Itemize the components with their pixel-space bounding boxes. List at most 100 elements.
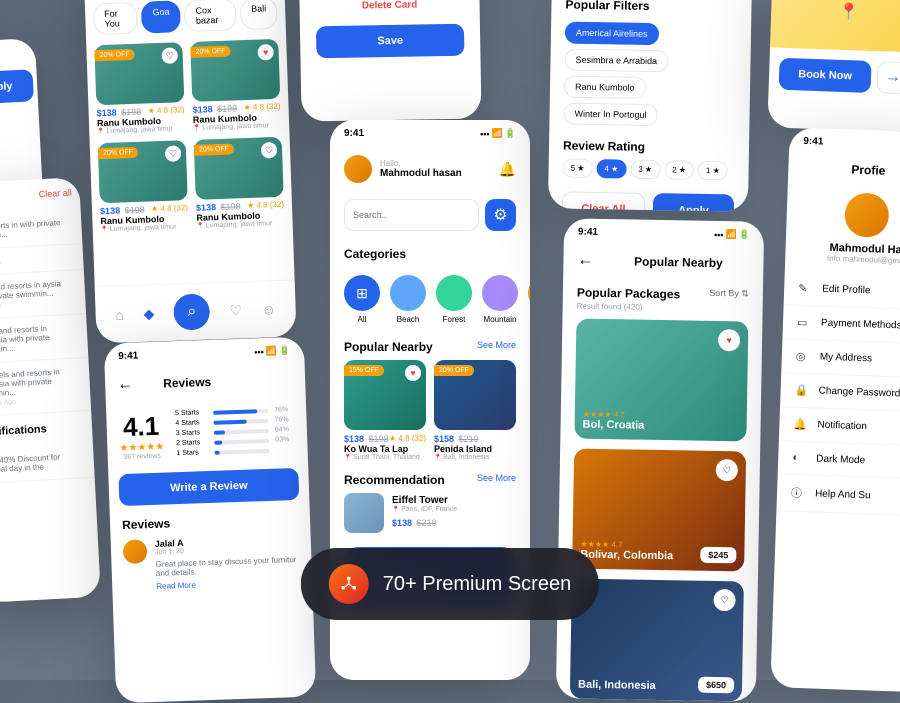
card-name: Bolivar, Colombia (580, 549, 673, 563)
heart-icon[interactable]: ♡ (161, 47, 178, 64)
packages-title: Popular Packages (577, 286, 681, 302)
profile-icon[interactable]: ☺ (261, 301, 276, 317)
rec-thumbnail (344, 493, 384, 533)
reviews-section: Reviews (122, 512, 298, 532)
rec-name: Eiffel Tower (392, 495, 516, 506)
recommendation-title: Recommendation (344, 473, 445, 487)
review-rating-title: Review Rating (549, 128, 749, 161)
status-time: 9:41 (578, 227, 598, 238)
place-name: Ko Wua Ta Lap (344, 444, 426, 454)
category-item[interactable]: Mountain (482, 275, 518, 324)
save-button[interactable]: Save (316, 24, 465, 59)
explore-icon[interactable]: ◆ (143, 305, 154, 322)
card-price: $650 (698, 677, 734, 694)
map-view[interactable]: 📍 (770, 0, 900, 53)
card-screen: Delete Card Save (298, 0, 481, 122)
recommendation-card[interactable]: Eiffel Tower Paris, IDF, France $138 $21… (330, 493, 530, 533)
rating-chip[interactable]: 2 ★ (664, 160, 694, 180)
categories-title: Categories (344, 247, 406, 261)
heart-icon[interactable]: ♡ (165, 145, 182, 162)
clear-all-button[interactable]: Clear All (562, 191, 646, 211)
heart-icon[interactable]: ♥ (257, 44, 274, 61)
back-icon[interactable]: ← (117, 376, 134, 395)
menu-icon: 🔔 (793, 418, 807, 431)
status-time: 9:41 (344, 128, 364, 139)
profile-screen: 9:41 Profie Mahmodul Ha Info.mahmodul@gm… (770, 127, 900, 692)
rating-chip[interactable]: 5 ★ (562, 158, 592, 178)
review-body: Great place to stay discuss your furnitu… (155, 555, 300, 578)
apply-button[interactable]: Apply (0, 69, 34, 105)
rating-chip[interactable]: 4 ★ (596, 159, 626, 179)
see-more-link[interactable]: See More (477, 340, 516, 354)
filter-tab[interactable]: Cox bazar (184, 0, 237, 32)
package-card[interactable]: ♥ ★★★★ 4.7Bol, Croatia (574, 319, 748, 442)
notification-item[interactable]: hotels and resorts in Malaysia with priv… (0, 314, 88, 364)
bottom-nav: ⌂ ◆ ⌕ ♡ ☺ (95, 279, 297, 343)
heart-icon[interactable]: ♥ (718, 329, 740, 351)
card-price: $245 (700, 547, 736, 564)
reviewer-avatar (123, 539, 148, 564)
nearby-card[interactable]: 15% OFF♥ $138 $198★ 4.8 (32) Ko Wua Ta L… (344, 360, 426, 461)
notifications-screen: ation Clear all and resorts in with priv… (0, 177, 101, 603)
menu-item[interactable]: ⓘHelp And Su (776, 474, 900, 517)
rating-chip[interactable]: 3 ★ (630, 160, 660, 180)
listing-card[interactable]: 20% OFF♡$138 $198★ 4.8 (32)Ranu KumboloL… (94, 42, 185, 135)
clear-all-link[interactable]: Clear all (38, 188, 72, 202)
filter-icon[interactable]: ⚙ (485, 199, 516, 231)
write-review-button[interactable]: Write a Review (118, 468, 299, 506)
discount-badge: 15% OFF (344, 365, 384, 376)
see-more-link[interactable]: See More (477, 473, 516, 487)
home-icon[interactable]: ⌂ (115, 306, 124, 322)
notification-item[interactable]: 11 hotels and resorts in Malaysia with p… (0, 358, 91, 417)
category-item[interactable]: ⊞All (344, 275, 380, 324)
package-card[interactable]: ♡ ★★★★ 4.7Bolivar, Colombia$245 (572, 449, 746, 572)
bell-icon[interactable]: 🔔 (499, 161, 516, 178)
heart-icon[interactable]: ♡ (716, 459, 738, 481)
listing-screen: For YouGoaCox bazarBali 20% OFF♡$138 $19… (83, 0, 296, 343)
category-item[interactable]: Subt (528, 275, 530, 324)
favorites-icon[interactable]: ♡ (229, 302, 242, 319)
filter-chip[interactable]: Winter In Portogul (563, 102, 657, 126)
back-icon[interactable]: ← (577, 252, 593, 270)
place-location: Surat Thani, Thailand (344, 454, 426, 461)
heart-icon[interactable]: ♡ (713, 589, 735, 611)
rating-chip[interactable]: 1 ★ (0, 38, 36, 69)
menu-icon: ✎ (798, 282, 812, 295)
review-score: 4.1 (118, 411, 164, 444)
reviews-screen: 9:41•••📶🔋 ←Reviews 4.1 ★★★★★ 367 reviews… (104, 337, 316, 703)
category-item[interactable]: Beach (390, 275, 426, 324)
profile-avatar[interactable] (844, 192, 890, 238)
premium-banner: 70+ Premium Screen (301, 548, 599, 620)
user-avatar[interactable] (344, 155, 372, 183)
sort-by-link[interactable]: Sort By ⇅ (709, 288, 749, 303)
filter-tab[interactable]: Goa (141, 0, 181, 33)
read-more-link[interactable]: Read More (156, 577, 300, 591)
heart-icon[interactable]: ♡ (261, 142, 278, 159)
rating-bar-row: 4 Starts76% (175, 416, 294, 427)
rating-chip[interactable]: 1 ★ (698, 161, 728, 181)
filter-tab[interactable]: For You (93, 2, 138, 36)
delete-card-link[interactable]: Delete Card (315, 0, 463, 12)
banner-text: 70+ Premium Screen (383, 573, 571, 596)
filter-chip[interactable]: Ranu Kumbolo (564, 76, 646, 99)
menu-icon: ◐ (792, 452, 806, 464)
book-now-button[interactable]: Book Now (779, 58, 872, 93)
filter-tab[interactable]: Bali (240, 0, 278, 30)
place-name: Penida Island (434, 444, 516, 454)
heart-icon[interactable]: ♥ (405, 365, 421, 381)
search-fab[interactable]: ⌕ (173, 293, 210, 330)
listing-card[interactable]: 20% OFF♥$138 $198★ 4.8 (32)Ranu KumboloL… (190, 39, 281, 132)
search-input[interactable] (344, 199, 479, 231)
apply-button[interactable]: Apply (653, 193, 735, 212)
listing-card[interactable]: 20% OFF♡$138 $198★ 4.8 (32)Ranu KumboloL… (194, 137, 285, 230)
nearby-title: Popular Nearby (607, 254, 749, 270)
listing-card[interactable]: 20% OFF♡$138 $198★ 4.8 (32)Ranu KumboloL… (98, 140, 189, 233)
filter-chip[interactable]: Americal Airelines (565, 22, 659, 46)
notification-item[interactable]: otels and resorts in aysia with private … (0, 270, 86, 320)
filter-chip[interactable]: Sesimbra e Arrabida (564, 49, 668, 73)
status-icons: •••📶🔋 (254, 345, 290, 357)
nearby-card[interactable]: 20% OFF $158 $210 Penida Island Bali, In… (434, 360, 516, 461)
category-item[interactable]: Forest (436, 275, 472, 324)
rec-location: Paris, IDF, France (392, 506, 516, 513)
arrow-icon[interactable]: → (877, 61, 900, 94)
